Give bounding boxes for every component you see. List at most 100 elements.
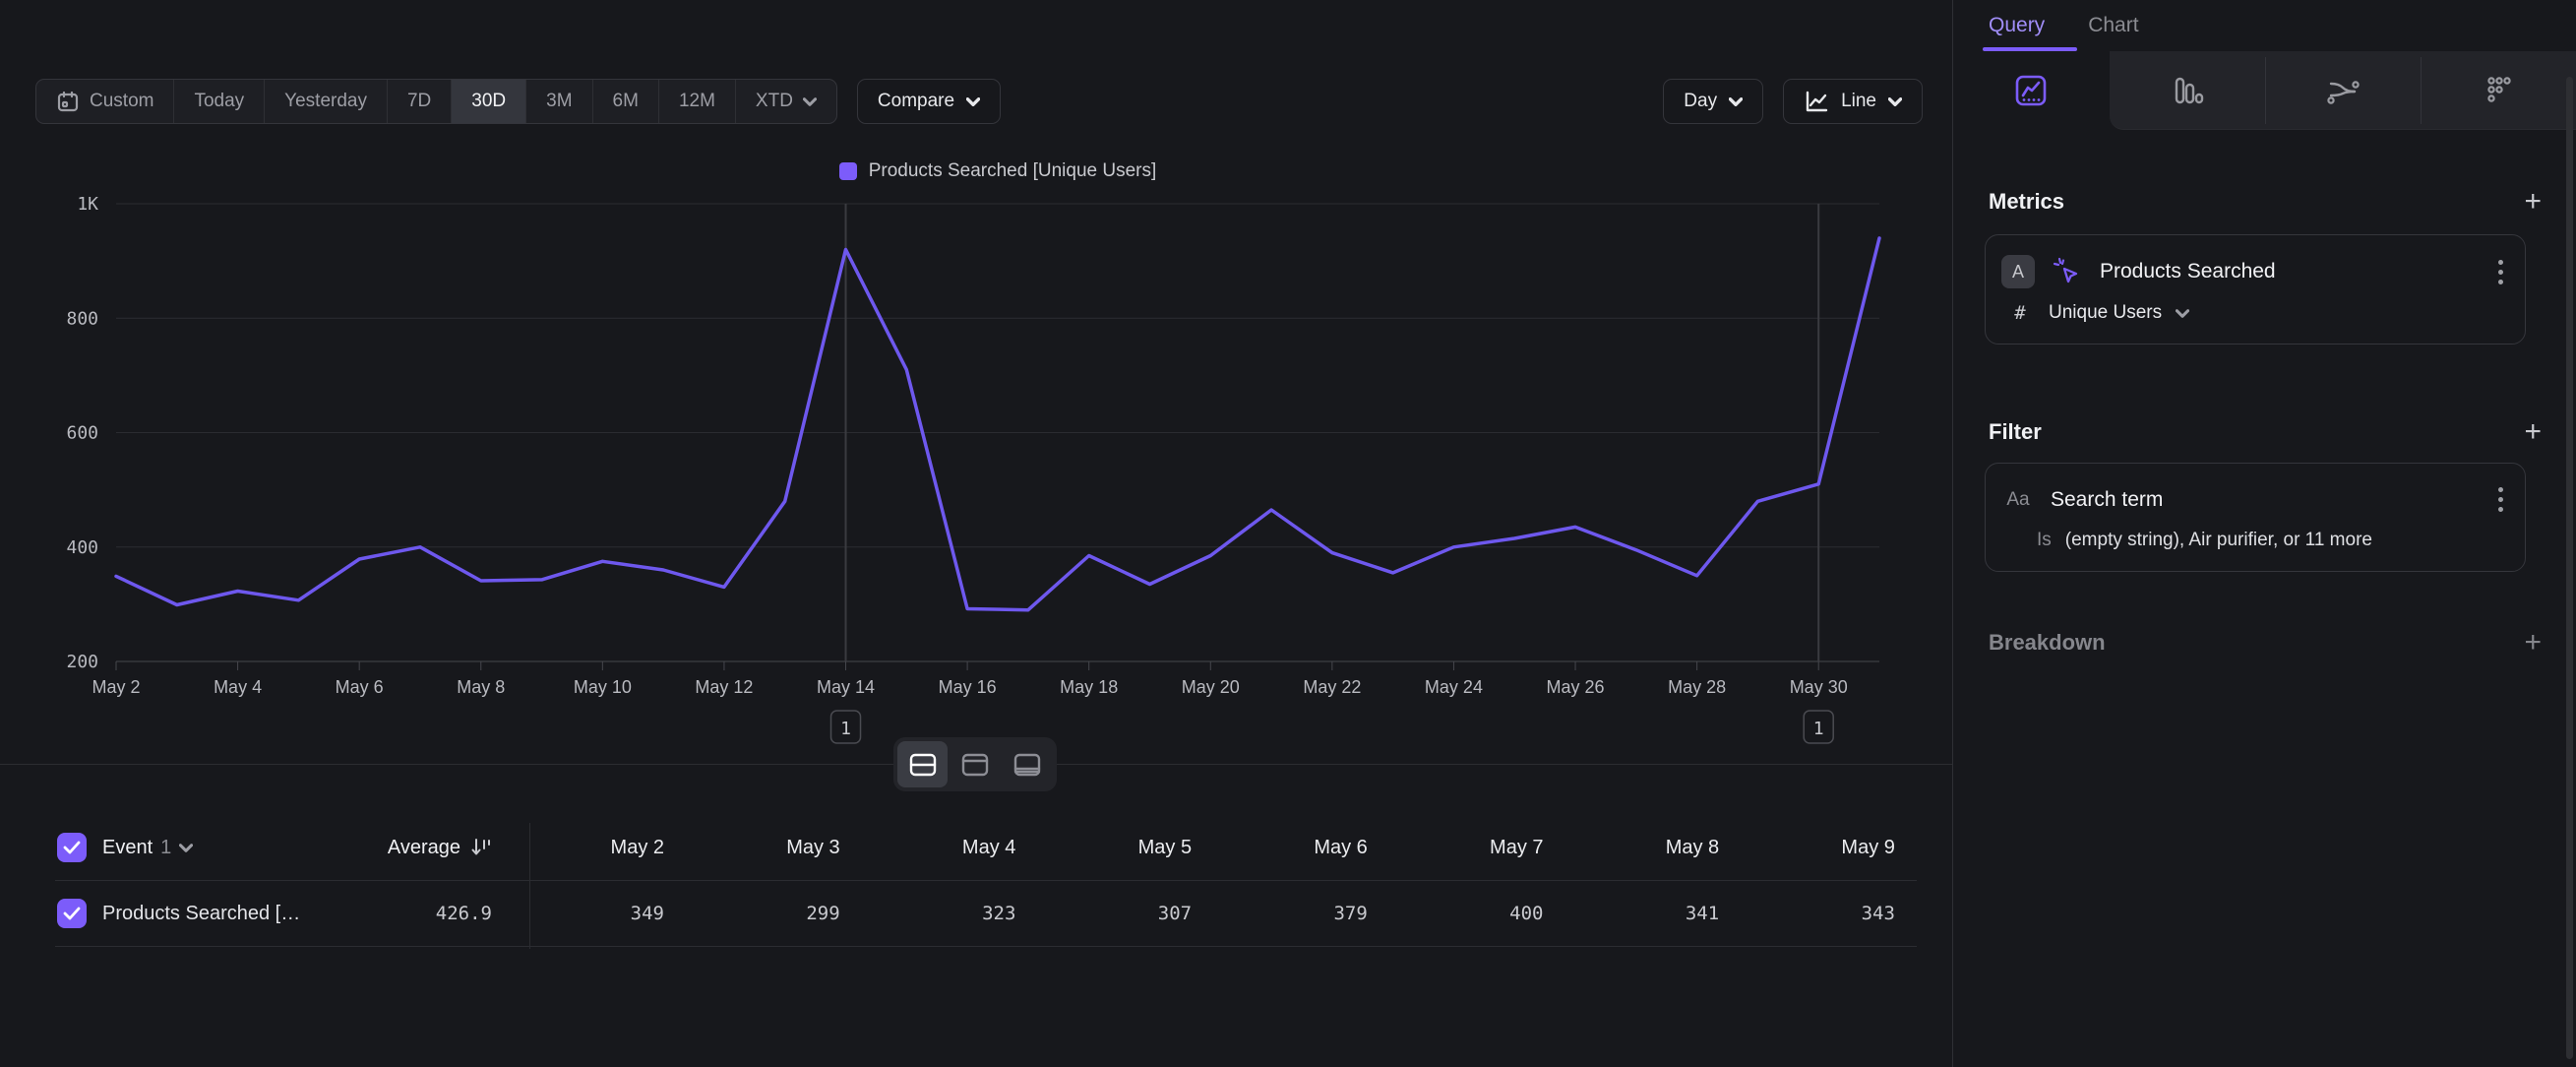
date-value-cell: 400 bbox=[1377, 881, 1544, 946]
event-cursor-icon bbox=[2051, 255, 2084, 288]
svg-text:May 26: May 26 bbox=[1547, 677, 1605, 697]
granularity-label: Day bbox=[1684, 91, 1717, 112]
tab-funnels[interactable] bbox=[2110, 51, 2265, 130]
toolbar-right-group: Day Line bbox=[1663, 79, 1923, 124]
panel-tabs: Query Chart bbox=[1989, 14, 2139, 51]
date-value-cell: 307 bbox=[1024, 881, 1192, 946]
event-column-header[interactable]: Event 1 bbox=[102, 837, 193, 859]
range-button-xtd[interactable]: XTD bbox=[736, 80, 836, 123]
granularity-dropdown[interactable]: Day bbox=[1663, 79, 1763, 124]
annotation-badge[interactable]: 1 bbox=[831, 711, 861, 743]
flows-icon bbox=[2323, 72, 2362, 109]
svg-text:May 24: May 24 bbox=[1425, 677, 1483, 697]
date-value-cell: 341 bbox=[1552, 881, 1719, 946]
date-column-header[interactable]: May 6 bbox=[1200, 815, 1368, 880]
tab-flows[interactable] bbox=[2265, 51, 2421, 130]
date-column-header[interactable]: May 9 bbox=[1728, 815, 1895, 880]
split-view-button[interactable] bbox=[897, 741, 948, 787]
range-button-3m[interactable]: 3M bbox=[526, 80, 592, 123]
metric-options-kebab-icon[interactable] bbox=[2494, 256, 2507, 288]
range-button-today[interactable]: Today bbox=[174, 80, 265, 123]
range-button-6m[interactable]: 6M bbox=[593, 80, 659, 123]
metric-letter-badge: A bbox=[2001, 255, 2035, 288]
date-value-cell: 323 bbox=[848, 881, 1015, 946]
string-property-icon: Aa bbox=[2001, 489, 2035, 511]
event-count: 1 bbox=[160, 837, 171, 859]
row-checkbox[interactable] bbox=[57, 899, 87, 928]
date-value-cell: 299 bbox=[673, 881, 840, 946]
filter-value[interactable]: (empty string), Air purifier, or 11 more bbox=[2065, 530, 2372, 551]
svg-text:May 20: May 20 bbox=[1182, 677, 1240, 697]
funnels-icon bbox=[2169, 72, 2206, 109]
metrics-heading: Metrics bbox=[1989, 189, 2064, 215]
tab-insights[interactable] bbox=[1953, 51, 2109, 130]
svg-text:200: 200 bbox=[66, 652, 98, 672]
compare-label: Compare bbox=[878, 91, 954, 112]
measure-dropdown[interactable]: Unique Users bbox=[2049, 302, 2162, 324]
breakdown-section-header: Breakdown + bbox=[1989, 628, 2542, 658]
tab-retention[interactable] bbox=[2421, 51, 2576, 130]
add-breakdown-button[interactable]: + bbox=[2524, 628, 2542, 658]
filter-card[interactable]: Aa Search term Is (empty string), Air pu… bbox=[1985, 463, 2526, 572]
panel-scrollbar[interactable] bbox=[2566, 77, 2573, 1059]
filter-options-kebab-icon[interactable] bbox=[2494, 483, 2507, 516]
range-button-yesterday[interactable]: Yesterday bbox=[265, 80, 388, 123]
range-button-12m[interactable]: 12M bbox=[659, 80, 736, 123]
date-value-cells: 349299323307379400341343 bbox=[529, 881, 1917, 946]
sort-descending-icon bbox=[470, 837, 492, 858]
average-label: Average bbox=[388, 837, 460, 859]
line-chart-icon bbox=[1804, 90, 1829, 113]
filter-heading: Filter bbox=[1989, 419, 2042, 445]
add-filter-button[interactable]: + bbox=[2524, 417, 2542, 447]
date-column-header[interactable]: May 4 bbox=[848, 815, 1015, 880]
chart-legend[interactable]: Products Searched [Unique Users] bbox=[116, 160, 1879, 182]
table-only-view-button[interactable] bbox=[1003, 741, 1053, 787]
select-all-checkbox[interactable] bbox=[57, 833, 87, 862]
retention-icon bbox=[2480, 72, 2517, 109]
chart-only-view-button[interactable] bbox=[950, 741, 1000, 787]
metrics-section-header: Metrics + bbox=[1989, 187, 2542, 217]
chart-type-label: Line bbox=[1841, 91, 1876, 112]
breakdown-heading: Breakdown bbox=[1989, 630, 2106, 656]
number-icon: # bbox=[2005, 302, 2035, 324]
date-range-segmented-control: CustomTodayYesterday7D30D3M6M12MXTD bbox=[35, 79, 837, 124]
chevron-down-icon bbox=[966, 97, 980, 106]
chevron-down-icon bbox=[803, 97, 817, 106]
date-value-cell: 343 bbox=[1728, 881, 1895, 946]
svg-text:May 4: May 4 bbox=[214, 677, 262, 697]
range-button-7d[interactable]: 7D bbox=[388, 80, 452, 123]
add-metric-button[interactable]: + bbox=[2524, 187, 2542, 217]
row-series-name[interactable]: Products Searched [Un... bbox=[102, 903, 309, 925]
average-column-header[interactable]: Average bbox=[295, 837, 492, 859]
date-column-header[interactable]: May 8 bbox=[1552, 815, 1719, 880]
range-button-30d[interactable]: 30D bbox=[452, 80, 526, 123]
svg-text:May 8: May 8 bbox=[457, 677, 505, 697]
range-button-custom[interactable]: Custom bbox=[36, 80, 174, 123]
insights-icon bbox=[2012, 72, 2050, 109]
svg-text:1: 1 bbox=[1813, 719, 1824, 739]
metric-card[interactable]: A Products Searched # Unique Users bbox=[1985, 234, 2526, 345]
chevron-down-icon bbox=[1888, 97, 1902, 106]
main-area: 1K800600400200May 2May 4May 6May 8May 10… bbox=[0, 0, 1952, 1067]
check-icon bbox=[63, 841, 81, 854]
svg-text:800: 800 bbox=[66, 308, 98, 329]
date-column-header[interactable]: May 3 bbox=[673, 815, 840, 880]
date-column-header[interactable]: May 7 bbox=[1377, 815, 1544, 880]
svg-text:May 14: May 14 bbox=[817, 677, 875, 697]
svg-text:May 30: May 30 bbox=[1790, 677, 1848, 697]
svg-text:May 16: May 16 bbox=[939, 677, 997, 697]
svg-text:1: 1 bbox=[840, 719, 851, 739]
metric-name: Products Searched bbox=[2100, 260, 2479, 283]
tab-chart[interactable]: Chart bbox=[2088, 14, 2138, 51]
view-toggle-group bbox=[893, 737, 1057, 791]
svg-text:May 28: May 28 bbox=[1668, 677, 1726, 697]
check-icon bbox=[63, 907, 81, 920]
date-column-header[interactable]: May 2 bbox=[497, 815, 664, 880]
tab-query[interactable]: Query bbox=[1989, 14, 2045, 51]
date-column-header[interactable]: May 5 bbox=[1024, 815, 1192, 880]
chart-type-dropdown[interactable]: Line bbox=[1783, 79, 1923, 124]
calendar-icon bbox=[56, 90, 80, 113]
compare-button[interactable]: Compare bbox=[857, 79, 1001, 124]
annotation-badge[interactable]: 1 bbox=[1804, 711, 1833, 743]
filter-operator[interactable]: Is bbox=[2037, 530, 2052, 551]
